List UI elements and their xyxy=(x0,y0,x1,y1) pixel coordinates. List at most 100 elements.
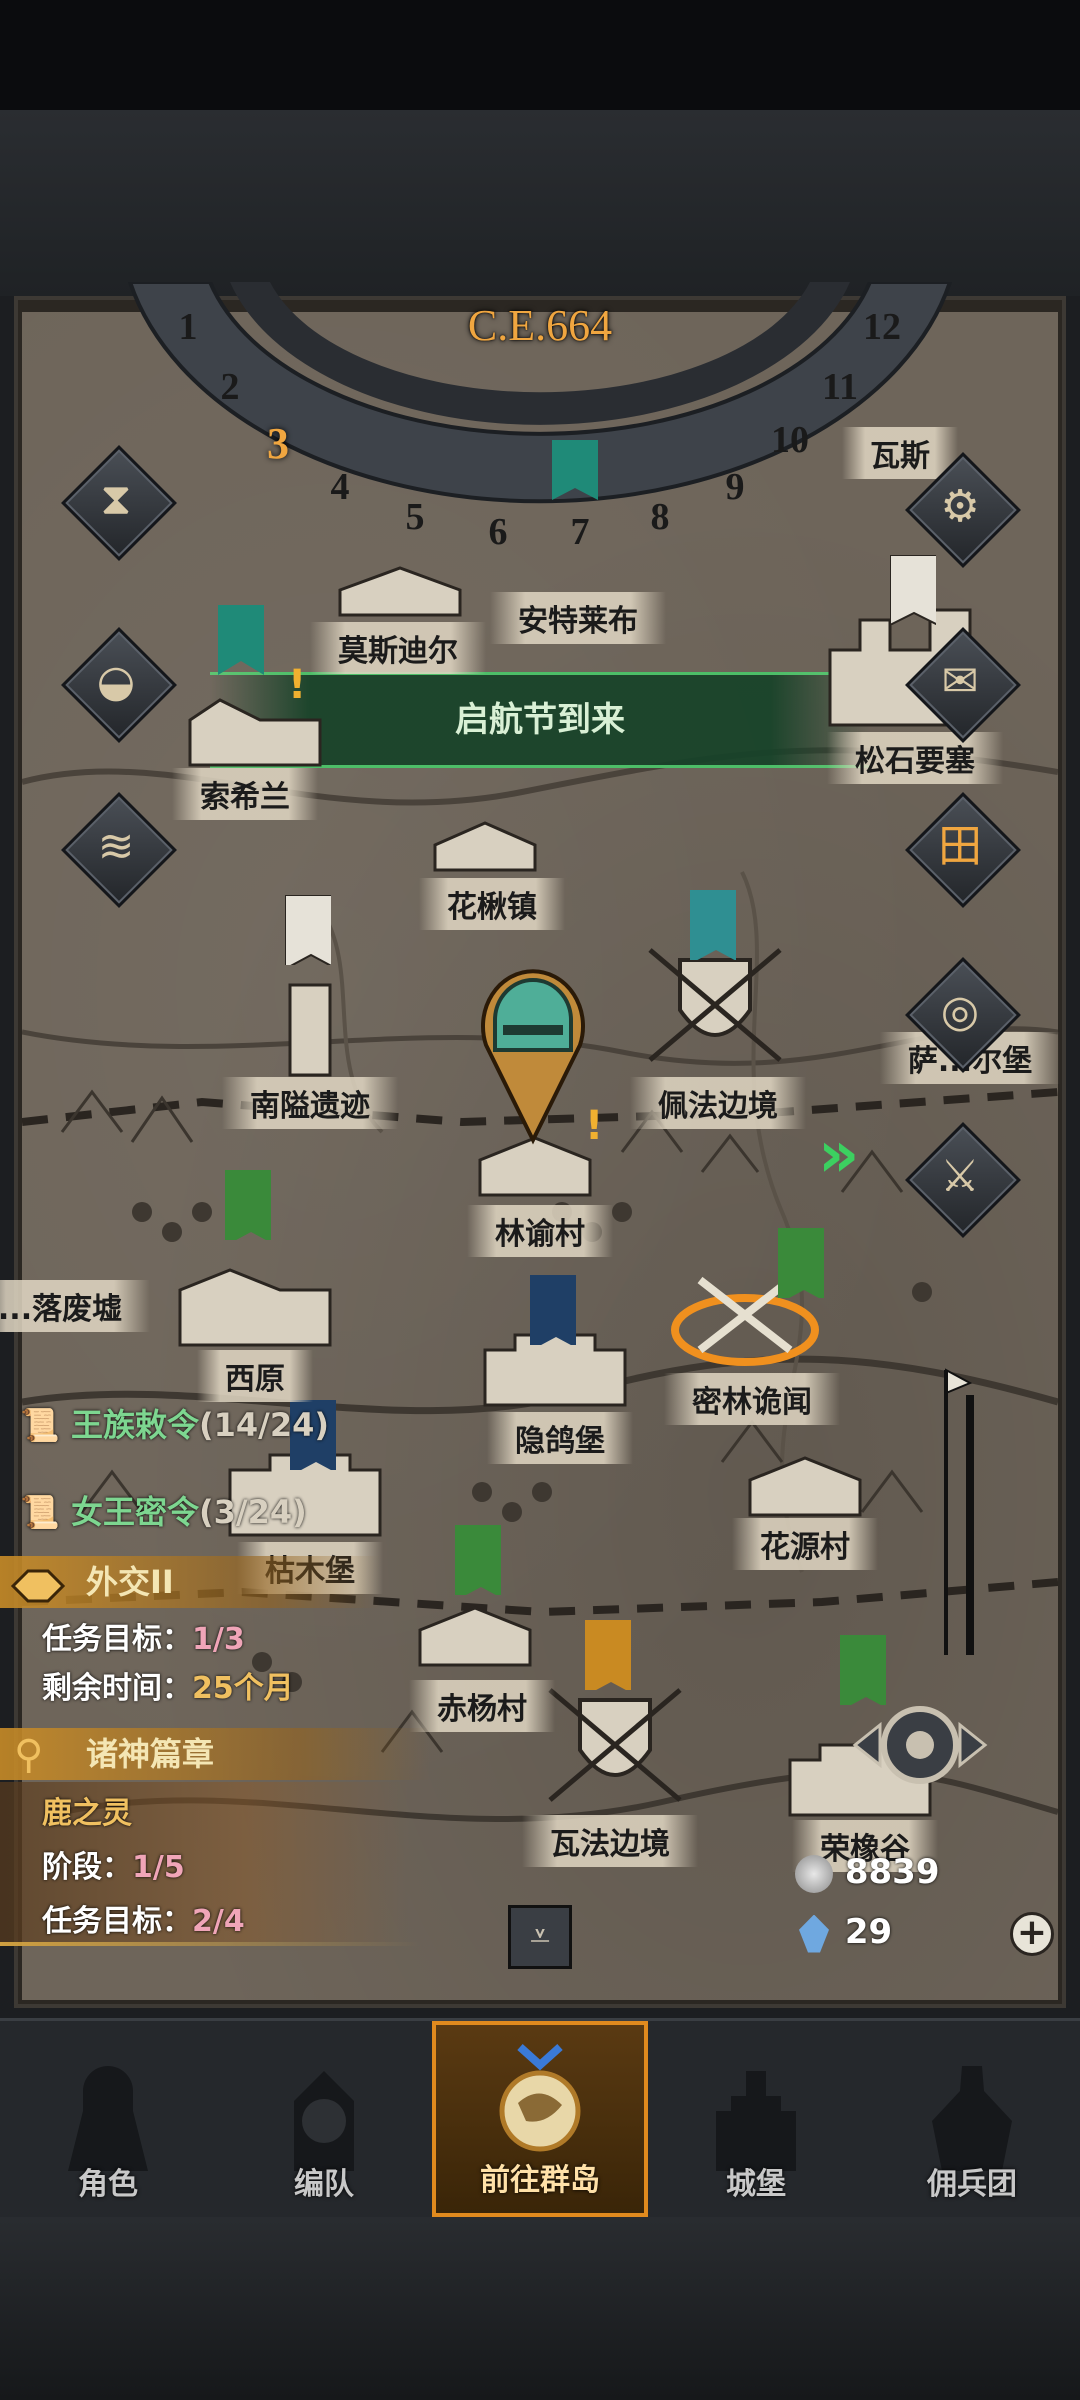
quest-panel-bottom-line xyxy=(0,1942,420,1946)
window-button[interactable]: 田 xyxy=(905,792,1021,908)
sword-button[interactable]: ⚔ xyxy=(905,1122,1021,1238)
month-11: 11 xyxy=(822,366,858,408)
coin-icon: ◎ xyxy=(940,986,980,1037)
bag-button[interactable]: ◒ xyxy=(61,627,177,743)
nav-formation-label: 编队 xyxy=(294,2167,354,2202)
locate-compass-icon[interactable] xyxy=(835,1690,1005,1800)
nav-character[interactable]: 角色 xyxy=(0,2021,216,2217)
mail-button[interactable]: ✉ xyxy=(905,627,1021,743)
month-2: 2 xyxy=(220,366,240,408)
gods-quest-header[interactable]: 诸神篇章 xyxy=(0,1728,430,1780)
quest-alert-icon[interactable]: ! xyxy=(585,1103,603,1149)
green-banner-icon xyxy=(455,1525,501,1595)
month-10: 10 xyxy=(771,419,809,461)
month-9: 9 xyxy=(725,466,745,508)
huaqiu-building-icon xyxy=(433,821,537,872)
diplomacy-goal-label: 任务目标： xyxy=(42,1622,192,1657)
queen-order-count: (3/24) xyxy=(199,1493,307,1531)
diplomacy-title: 外交II xyxy=(86,1563,174,1601)
orange-banner-icon xyxy=(585,1620,631,1690)
chevron-down-icon: ⩡ xyxy=(529,1916,551,1957)
progress-pole xyxy=(944,1368,974,1655)
loc-huayuan[interactable]: 花源村 xyxy=(732,1518,878,1570)
loc-nanyi[interactable]: 南隘遗迹 xyxy=(222,1077,398,1129)
coin-button[interactable]: ◎ xyxy=(905,957,1021,1073)
bottom-navigation: 角色 编队 前往群岛 城堡 佣兵团 xyxy=(0,2018,1080,2217)
silver-resource: 8839 xyxy=(795,1852,939,1893)
handshake-icon xyxy=(10,1569,66,1603)
loc-ruins-left[interactable]: ...落废墟 xyxy=(0,1280,151,1332)
wafa-shield-icon xyxy=(548,1688,682,1802)
chiyang-building-icon xyxy=(418,1606,532,1667)
gods-goal-value: 2/4 xyxy=(192,1904,245,1939)
queen-order-label: 女王密令 xyxy=(70,1493,199,1531)
nav-islands[interactable]: 前往群岛 xyxy=(432,2021,648,2217)
bag-icon: ◒ xyxy=(96,656,136,707)
month-1: 1 xyxy=(178,306,198,348)
hourglass-icon: ⧗ xyxy=(100,474,132,525)
suoxilan-building-icon xyxy=(188,698,322,767)
green-banner-icon xyxy=(778,1228,824,1298)
royal-edict-count: (14/24) xyxy=(199,1406,329,1444)
scroll-button[interactable]: ≋ xyxy=(61,792,177,908)
top-band xyxy=(0,0,1080,296)
huayuan-building-icon xyxy=(748,1456,862,1517)
player-helmet-marker-icon[interactable] xyxy=(478,955,588,1145)
nav-mercenary-label: 佣兵团 xyxy=(927,2167,1017,2202)
royal-edict-label: 王族敕令 xyxy=(70,1406,199,1444)
diplomacy-time-label: 剩余时间： xyxy=(42,1671,192,1706)
quest-alert-icon[interactable]: ! xyxy=(288,662,306,708)
silver-amount: 8839 xyxy=(844,1852,940,1892)
queen-order-quest[interactable]: 📜 女王密令(3/24) xyxy=(20,1487,307,1533)
gear-icon: ⚙ xyxy=(940,481,980,532)
loc-chiyang[interactable]: 赤杨村 xyxy=(409,1680,555,1732)
month-12: 12 xyxy=(863,306,901,348)
crystal-icon xyxy=(799,1914,829,1953)
nanyi-tower-icon xyxy=(288,983,332,1077)
sword-icon: ⚔ xyxy=(940,1151,980,1202)
royal-edict-quest[interactable]: 📜 王族敕令(14/24) xyxy=(20,1400,329,1446)
scroll-icon: ≋ xyxy=(97,821,135,872)
nav-castle[interactable]: 城堡 xyxy=(648,2021,864,2217)
settings-button[interactable]: ⚙ xyxy=(905,452,1021,568)
gods-subtitle: 鹿之灵 xyxy=(42,1796,132,1831)
gods-stage: 阶段：1/5 xyxy=(42,1842,185,1886)
scroll-icon: 📜 xyxy=(20,1493,60,1531)
loc-mosdiel[interactable]: 莫斯迪尔 xyxy=(310,622,486,674)
gods-title: 诸神篇章 xyxy=(86,1735,215,1773)
search-icon: ⚲ xyxy=(14,1732,44,1778)
diplomacy-time-value: 25个月 xyxy=(192,1671,294,1706)
mercenary-icon xyxy=(932,2066,1012,2171)
loc-yinge[interactable]: 隐鸽堡 xyxy=(487,1412,633,1464)
diplomacy-goal: 任务目标：1/3 xyxy=(42,1614,245,1658)
loc-linyu[interactable]: 林谕村 xyxy=(467,1205,613,1257)
loc-peifa[interactable]: 佩法边境 xyxy=(630,1077,806,1129)
white-banner-icon xyxy=(285,895,331,965)
loc-antelebu[interactable]: 安特莱布 xyxy=(490,592,666,644)
gods-goal-label: 任务目标： xyxy=(42,1904,192,1939)
nav-mercenary[interactable]: 佣兵团 xyxy=(864,2021,1080,2217)
gods-stage-label: 阶段： xyxy=(42,1850,132,1885)
loc-songshi[interactable]: 松石要塞 xyxy=(827,732,1003,784)
add-resource-button[interactable]: + xyxy=(1010,1912,1054,1956)
window-icon: 田 xyxy=(938,821,982,872)
nav-islands-label: 前往群岛 xyxy=(480,2163,600,2198)
nav-formation[interactable]: 编队 xyxy=(216,2021,432,2217)
calendar-year: C.E.664 xyxy=(467,301,613,350)
crystal-resource: 29 xyxy=(795,1912,892,1953)
loc-wafa[interactable]: 瓦法边境 xyxy=(522,1815,698,1867)
nav-castle-label: 城堡 xyxy=(726,2167,786,2202)
hourglass-button[interactable]: ⧗ xyxy=(61,445,177,561)
knight-icon xyxy=(68,2066,148,2171)
loc-milin[interactable]: 密林诡闻 xyxy=(664,1373,840,1425)
expand-arrows-icon[interactable]: » xyxy=(818,1118,859,1192)
crystal-amount: 29 xyxy=(844,1912,893,1952)
month-6: 6 xyxy=(488,511,508,553)
castle-icon xyxy=(716,2071,796,2171)
loc-xiyuan[interactable]: 西原 xyxy=(197,1350,313,1402)
collapse-button[interactable]: ⩡ xyxy=(508,1905,572,1969)
loc-huaqiu[interactable]: 花楸镇 xyxy=(419,878,565,930)
month-7: 7 xyxy=(570,511,590,553)
mail-icon: ✉ xyxy=(941,656,979,707)
loc-suoxilan[interactable]: 索希兰 xyxy=(172,768,318,820)
